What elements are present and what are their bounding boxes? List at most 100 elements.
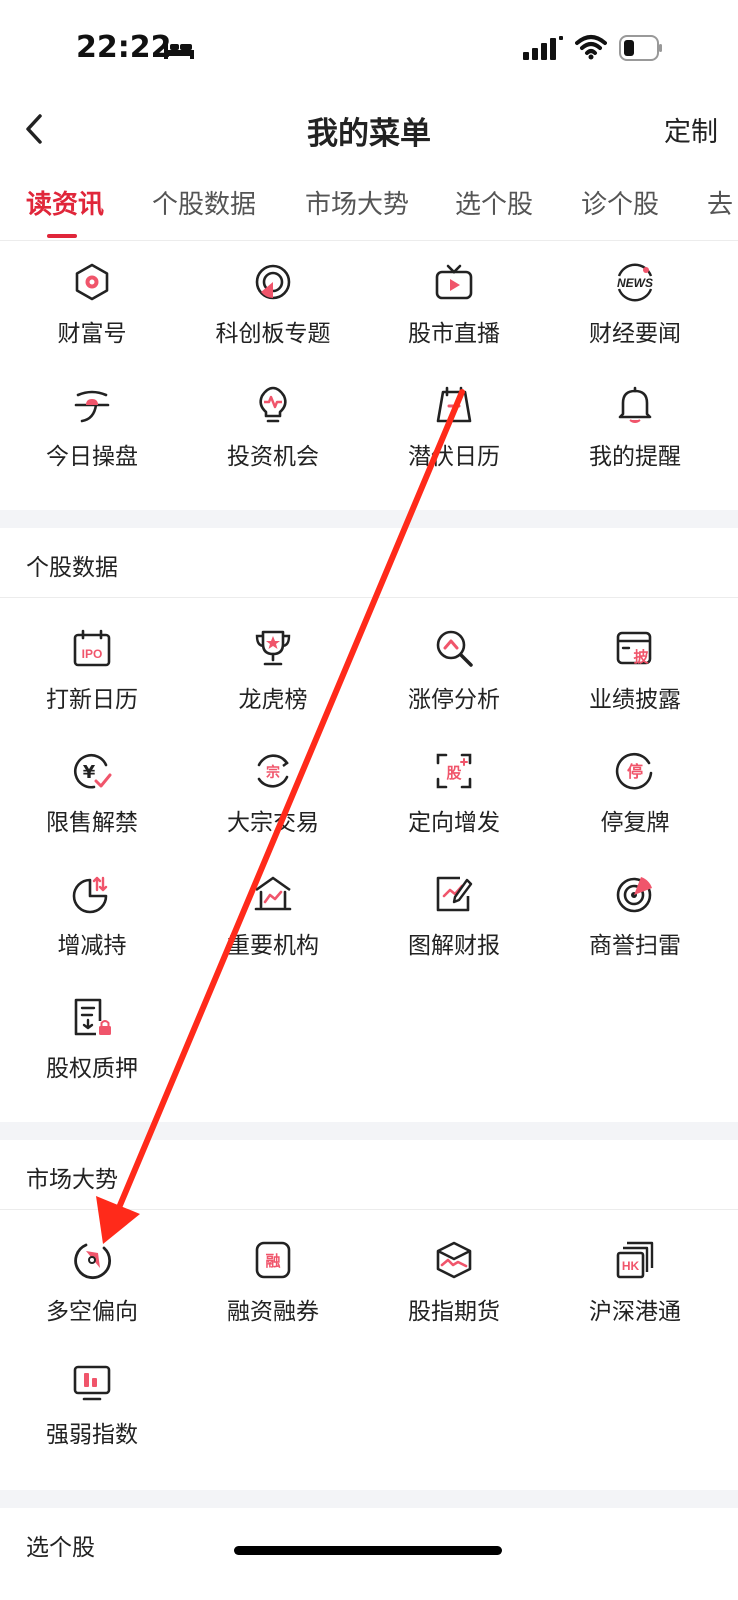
menu-item-label: 股权质押 <box>46 1056 138 1082</box>
menu-item-long-short-bias[interactable]: 多空偏向 <box>0 1240 184 1360</box>
menu-item-key-institution[interactable]: 重要机构 <box>181 874 365 994</box>
section-title: 选个股 <box>26 1535 95 1561</box>
menu-item-finance-news[interactable]: NEWS 财经要闻 <box>543 262 727 382</box>
svg-text:IPO: IPO <box>82 647 103 661</box>
menu-item-hk-connect[interactable]: HK 沪深港通 <box>543 1240 727 1360</box>
block-trade-icon: 宗 <box>257 754 289 788</box>
menu-item-label: 投资机会 <box>227 444 319 470</box>
tab-bar: 读资讯 个股数据 市场大势 选个股 诊个股 去 <box>0 182 738 240</box>
menu-item-star-market[interactable]: 科创板专题 <box>181 262 365 382</box>
battery-icon <box>619 35 662 61</box>
menu-item-earnings-disclosure[interactable]: 披 业绩披露 <box>543 628 727 748</box>
menu-item-label: 业绩披露 <box>589 687 681 713</box>
customize-button[interactable]: 定制 <box>664 110 718 149</box>
ring-icon <box>255 264 291 300</box>
margin-icon: 融 <box>255 1241 291 1279</box>
menu-item-label: 限售解禁 <box>46 810 138 836</box>
menu-item-ipo-calendar[interactable]: IPO 打新日历 <box>0 628 184 748</box>
disclosure-icon: 披 <box>616 631 652 666</box>
bell-icon <box>618 386 652 423</box>
pledge-icon <box>74 998 111 1036</box>
svg-text:宗: 宗 <box>266 764 280 781</box>
active-tab-indicator <box>47 234 77 238</box>
tab-market[interactable]: 市场大势 <box>305 184 409 221</box>
nav-bar: 我的菜单 定制 <box>0 100 738 160</box>
menu-item-illustrated-report[interactable]: 图解财报 <box>362 874 546 994</box>
menu-item-suspension[interactable]: 停 停复牌 <box>543 751 727 871</box>
menu-item-dragon-tiger-list[interactable]: 龙虎榜 <box>181 628 365 748</box>
menu-item-label: 打新日历 <box>46 687 138 713</box>
menu-item-margin-trading[interactable]: 融 融资融券 <box>181 1240 365 1360</box>
menu-item-investment-opportunity[interactable]: 投资机会 <box>181 385 365 505</box>
menu-item-label: 财经要闻 <box>589 321 681 347</box>
svg-text:¥: ¥ <box>83 762 96 783</box>
magnifier-icon <box>436 630 473 667</box>
menu-item-today-trade[interactable]: 今日操盘 <box>0 385 184 505</box>
pie-chart-icon <box>72 876 108 914</box>
svg-text:融: 融 <box>265 1252 280 1270</box>
hexagon-icon <box>75 263 109 301</box>
svg-text:NEWS: NEWS <box>617 276 653 290</box>
hk-connect-icon: HK <box>616 1241 654 1279</box>
menu-item-label: 财富号 <box>57 321 127 347</box>
menu-item-label: 股指期货 <box>408 1299 500 1325</box>
futures-box-icon <box>436 1241 472 1279</box>
menu-item-label: 强弱指数 <box>46 1422 138 1448</box>
svg-text:HK: HK <box>622 1259 640 1273</box>
menu-item-my-reminder[interactable]: 我的提醒 <box>543 385 727 505</box>
institution-icon <box>254 876 292 911</box>
tab-stock-data[interactable]: 个股数据 <box>152 184 256 221</box>
menu-item-index-futures[interactable]: 股指期货 <box>362 1240 546 1360</box>
yen-check-icon: ¥ <box>74 753 112 789</box>
tab-news[interactable]: 读资讯 <box>26 184 104 221</box>
calendar-icon <box>436 386 472 423</box>
menu-item-strength-index[interactable]: 强弱指数 <box>0 1363 184 1483</box>
tab-overflow[interactable]: 去 <box>707 184 733 221</box>
menu-item-label: 增减持 <box>57 933 127 959</box>
trophy-icon <box>255 630 291 666</box>
menu-item-label: 商誉扫雷 <box>589 933 681 959</box>
menu-item-live[interactable]: 股市直播 <box>362 262 546 382</box>
menu-item-block-trade[interactable]: 宗 大宗交易 <box>181 751 365 871</box>
section-gap <box>0 510 738 528</box>
svg-text:股: 股 <box>446 764 462 782</box>
menu-item-latent-calendar[interactable]: 潜伏日历 <box>362 385 546 505</box>
menu-item-goodwill-scan[interactable]: 商誉扫雷 <box>543 874 727 994</box>
menu-item-label: 我的提醒 <box>589 444 681 470</box>
lightbulb-icon <box>259 386 287 423</box>
strength-index-icon <box>73 1365 111 1401</box>
wifi-icon <box>575 35 607 60</box>
status-bar: 22:22 <box>0 0 738 100</box>
news-icon: NEWS <box>617 263 653 302</box>
section-header-pick-stock: 选个股 <box>0 1508 738 1578</box>
menu-item-equity-pledge[interactable]: 股权质押 <box>0 997 184 1117</box>
tab-pick-stock[interactable]: 选个股 <box>455 184 533 221</box>
suspension-icon: 停 <box>615 752 653 790</box>
report-chart-icon <box>436 876 473 912</box>
page-title: 我的菜单 <box>307 116 431 152</box>
menu-item-holding-change[interactable]: 增减持 <box>0 874 184 994</box>
section-title: 个股数据 <box>26 555 118 581</box>
menu-item-label: 沪深港通 <box>589 1299 681 1325</box>
menu-item-label: 图解财报 <box>408 933 500 959</box>
menu-item-label: 股市直播 <box>408 321 500 347</box>
compass-icon <box>74 1243 112 1280</box>
menu-item-label: 涨停分析 <box>408 687 500 713</box>
menu-item-label: 停复牌 <box>600 810 670 836</box>
section-header-stock-data: 个股数据 <box>0 528 738 598</box>
ipo-calendar-icon: IPO <box>73 629 111 667</box>
section-gap <box>0 1122 738 1140</box>
tab-diagnose-stock[interactable]: 诊个股 <box>581 184 659 221</box>
menu-item-label: 多空偏向 <box>46 1299 138 1325</box>
menu-item-label: 大宗交易 <box>227 810 319 836</box>
curve-icon <box>74 390 110 423</box>
section-title: 市场大势 <box>26 1167 118 1193</box>
menu-item-label: 潜伏日历 <box>408 444 500 470</box>
menu-item-lockup-expiry[interactable]: ¥ 限售解禁 <box>0 751 184 871</box>
menu-item-private-placement[interactable]: 股 定向增发 <box>362 751 546 871</box>
menu-item-label: 龙虎榜 <box>238 687 308 713</box>
menu-item-limit-up-analysis[interactable]: 涨停分析 <box>362 628 546 748</box>
menu-item-wealth[interactable]: 财富号 <box>0 262 184 382</box>
section-header-market: 市场大势 <box>0 1140 738 1210</box>
home-indicator[interactable] <box>234 1546 502 1555</box>
